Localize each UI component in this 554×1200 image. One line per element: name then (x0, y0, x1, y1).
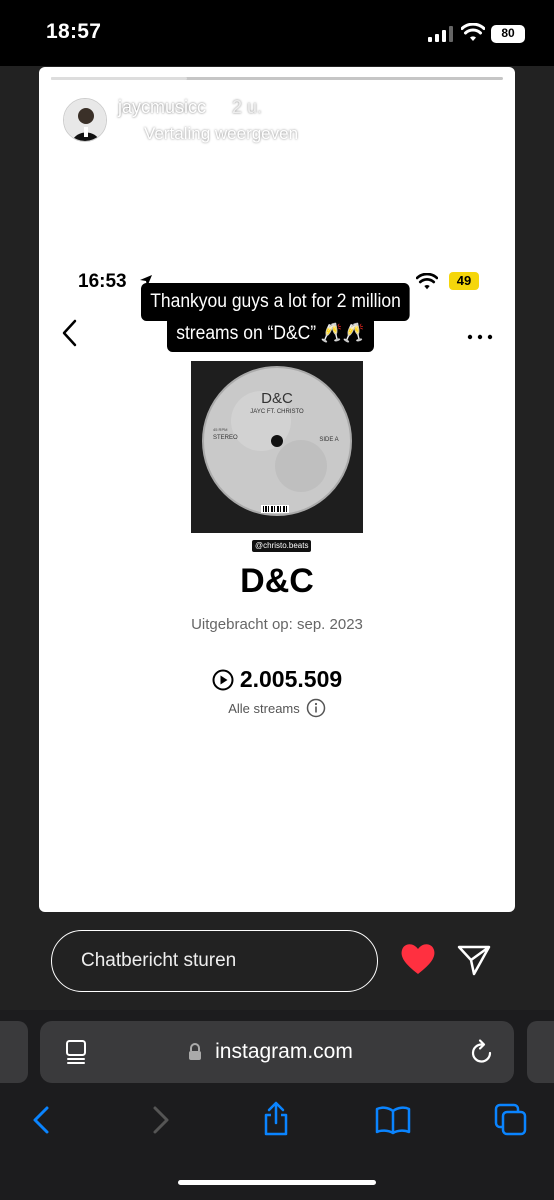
battery-indicator: 80 (491, 25, 525, 43)
inner-status-time: 16:53 (78, 271, 127, 292)
status-time: 18:57 (46, 20, 102, 43)
translate-button[interactable]: Vertaling weergeven (118, 124, 298, 144)
cellular-signal-icon (428, 26, 454, 47)
album-cover: D&C JAYC FT. CHRISTO 45 RPM STEREO SIDE … (191, 361, 363, 533)
share-icon[interactable] (261, 1101, 291, 1142)
inner-wifi-icon (415, 272, 439, 296)
cover-artists: JAYC FT. CHRISTO (250, 409, 304, 415)
cover-side: SIDE A (319, 437, 338, 443)
home-indicator (178, 1180, 376, 1185)
back-chevron-icon (60, 318, 80, 353)
cover-title: D&C (261, 390, 293, 407)
inner-more-icon (466, 328, 494, 346)
play-circle-icon (212, 669, 234, 690)
info-icon (306, 698, 326, 718)
tabs-icon[interactable] (494, 1103, 528, 1142)
message-placeholder: Chatbericht sturen (81, 950, 237, 971)
heart-icon[interactable] (399, 942, 437, 981)
story-progress-bar (51, 77, 503, 80)
translate-label: Vertaling weergeven (144, 124, 299, 143)
wifi-icon (460, 22, 486, 48)
all-streams-row: Alle streams (0, 698, 554, 718)
reload-icon[interactable] (469, 1038, 495, 1071)
close-icon[interactable] (455, 101, 495, 141)
message-input[interactable]: Chatbericht sturen (51, 930, 378, 992)
release-date: Uitgebracht op: sep. 2023 (191, 616, 363, 633)
bookmarks-icon[interactable] (375, 1105, 411, 1140)
inner-battery-indicator: 49 (449, 272, 479, 290)
story-username[interactable]: jaycmusicc (118, 97, 206, 118)
cover-rpm: 45 RPM (213, 427, 227, 432)
story-caption-line: streams on “D&C” 🥂🥂 (167, 316, 374, 352)
all-streams-label: Alle streams (228, 700, 300, 716)
back-icon[interactable] (31, 1105, 51, 1140)
avatar[interactable] (63, 98, 107, 142)
send-icon[interactable] (456, 942, 492, 983)
cover-credit-tag: @christo.beats (252, 540, 312, 552)
translate-icon (120, 128, 134, 140)
stream-count: 2.005.509 (239, 666, 343, 692)
cover-format: STEREO (213, 435, 238, 441)
song-title: D&C (240, 562, 314, 600)
story-progress-fill (51, 77, 187, 80)
story-time-ago: 2 u. (232, 97, 263, 117)
more-horizontal-icon[interactable] (400, 108, 440, 132)
stream-count-row: 2.005.509 (0, 666, 554, 693)
forward-icon[interactable] (151, 1105, 171, 1140)
